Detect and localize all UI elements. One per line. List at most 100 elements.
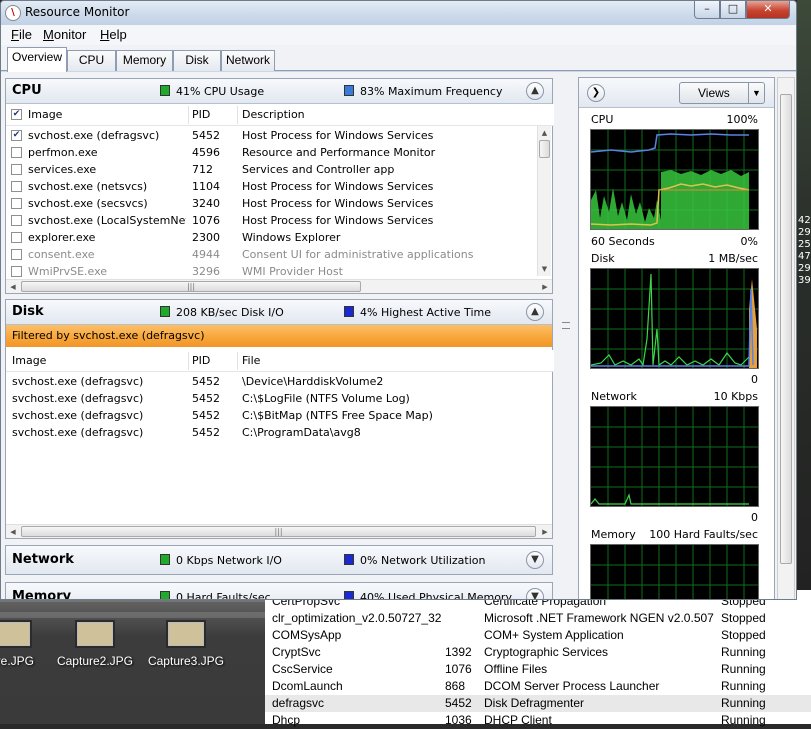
disk-list-hscrollbar[interactable]: ◀ ||| ▶: [6, 524, 552, 538]
graphs-vscrollbar[interactable]: [777, 77, 795, 599]
column-file[interactable]: File: [242, 354, 260, 367]
process-checkbox[interactable]: ✔: [11, 130, 22, 141]
disk-file-row[interactable]: svchost.exe (defragsvc) 5452 C:\ProgramDat…: [6, 424, 538, 441]
minimize-button[interactable]: –: [694, 1, 720, 19]
menu-help[interactable]: Help: [100, 27, 127, 42]
scroll-right-arrow[interactable]: ▶: [538, 525, 552, 539]
scroll-up-arrow[interactable]: ▲: [538, 126, 551, 140]
scroll-thumb[interactable]: |||: [21, 526, 536, 537]
column-pid[interactable]: PID: [192, 108, 210, 121]
desktop-icon-capture2[interactable]: Capture2.JPG: [55, 620, 135, 668]
process-checkbox[interactable]: [11, 249, 22, 260]
service-row[interactable]: Dhcp 1036 DHCP Client Running: [265, 712, 811, 729]
file-path: C:\ProgramData\avg8: [242, 426, 361, 439]
service-description: COM+ System Application: [484, 628, 624, 642]
file-process-pid: 5452: [192, 375, 220, 388]
disk-graph: [590, 268, 759, 369]
desktop-icon-capture3[interactable]: Capture3.JPG: [146, 620, 226, 668]
tab-network[interactable]: Network: [221, 50, 275, 71]
desktop-icon-capture1[interactable]: ure.JPG: [0, 620, 52, 668]
scroll-down-arrow[interactable]: ▼: [538, 262, 551, 276]
tab-overview[interactable]: Overview: [7, 47, 67, 72]
process-checkbox[interactable]: [11, 232, 22, 243]
memory-faults-swatch: [160, 591, 170, 599]
process-checkbox[interactable]: [11, 147, 22, 158]
disk-file-row[interactable]: svchost.exe (defragsvc) 5452 C:\$LogFile (…: [6, 390, 538, 407]
file-path: C:\$BitMap (NTFS Free Space Map): [242, 409, 433, 422]
column-pid[interactable]: PID: [192, 354, 210, 367]
scroll-left-arrow[interactable]: ◀: [6, 280, 20, 294]
disk-collapse-button[interactable]: ▲: [526, 303, 544, 321]
cpu-list-vscrollbar[interactable]: ▲ ▼: [537, 126, 551, 276]
process-image: svchost.exe (LocalSystemNet...: [28, 214, 186, 227]
memory-panel-header[interactable]: Memory 0 Hard Faults/sec 40% Used Physic…: [6, 583, 552, 600]
menu-monitor[interactable]: Monitor: [43, 27, 86, 42]
disk-file-row[interactable]: svchost.exe (defragsvc) 5452 \Device\Hardd…: [6, 373, 538, 390]
dropdown-arrow-icon[interactable]: ▼: [748, 83, 764, 103]
tab-disk[interactable]: Disk: [173, 50, 221, 71]
cpu-collapse-button[interactable]: ▲: [526, 82, 544, 100]
process-checkbox[interactable]: [11, 215, 22, 226]
menu-help-label: elp: [109, 27, 127, 42]
cpu-process-row[interactable]: services.exe 712 Services and Controller a…: [6, 161, 538, 178]
memory-faults-text: 0 Hard Faults/sec: [176, 591, 271, 600]
process-checkbox[interactable]: [11, 266, 22, 277]
pane-splitter[interactable]: [557, 72, 575, 599]
cpu-process-row[interactable]: ✔ svchost.exe (defragsvc) 5452 Host Process…: [6, 127, 538, 144]
title-bar[interactable]: \ Resource Monitor – □ ✕: [1, 1, 796, 25]
scroll-right-arrow[interactable]: ▶: [538, 280, 552, 294]
cpu-table-header: ✔ Image PID Description: [6, 104, 554, 126]
disk-file-row[interactable]: svchost.exe (defragsvc) 5452 C:\$BitMap (N…: [6, 407, 538, 424]
cpu-panel-title: CPU: [12, 83, 42, 98]
service-row[interactable]: clr_optimization_v2.0.50727_32 Microsoft …: [265, 610, 811, 627]
menu-file[interactable]: File: [11, 27, 32, 42]
views-button[interactable]: Views ▼: [679, 82, 765, 104]
column-separator[interactable]: [237, 106, 238, 124]
service-row[interactable]: DcomLaunch 868 DCOM Server Process Launche…: [265, 678, 811, 695]
select-all-checkbox[interactable]: ✔: [11, 109, 22, 120]
column-separator[interactable]: [188, 352, 189, 370]
cpu-list-hscrollbar[interactable]: ◀ ||| ▶: [6, 279, 552, 293]
cpu-process-row[interactable]: svchost.exe (secsvcs) 3240 Host Process fo…: [6, 195, 538, 212]
memory-expand-button[interactable]: ▼: [526, 588, 544, 599]
service-row[interactable]: COMSysApp COM+ System Application Stopped: [265, 627, 811, 644]
process-image: consent.exe: [28, 248, 95, 261]
maximize-button[interactable]: □: [720, 1, 746, 19]
column-separator[interactable]: [237, 352, 238, 370]
network-panel-header[interactable]: Network 0 Kbps Network I/O 0% Network Ut…: [6, 546, 552, 574]
chevron-right-icon[interactable]: ❯: [587, 84, 605, 102]
tab-memory[interactable]: Memory: [116, 50, 173, 71]
service-row[interactable]: CscService 1076 Offline Files Running: [265, 661, 811, 678]
cpu-process-row[interactable]: WmiPrvSE.exe 3296 WMI Provider Host: [6, 263, 538, 280]
network-expand-button[interactable]: ▼: [526, 551, 544, 569]
memory-graph-max: 100 Hard Faults/sec: [649, 528, 758, 541]
column-image[interactable]: Image: [12, 354, 46, 367]
column-separator[interactable]: [188, 106, 189, 124]
desktop-stripe: [0, 612, 265, 618]
disk-filter-bar[interactable]: Filtered by svchost.exe (defragsvc): [6, 325, 552, 347]
column-image[interactable]: Image: [28, 108, 62, 121]
cpu-process-row[interactable]: svchost.exe (netsvcs) 1104 Host Process fo…: [6, 178, 538, 195]
service-row[interactable]: defragsvc 5452 Disk Defragmenter Running: [265, 695, 811, 712]
disk-graph-label: Disk: [591, 252, 615, 265]
scroll-left-arrow[interactable]: ◀: [6, 525, 20, 539]
tab-cpu[interactable]: CPU: [67, 50, 116, 71]
close-button[interactable]: ✕: [746, 1, 790, 19]
scroll-thumb[interactable]: |||: [21, 281, 361, 292]
service-row[interactable]: CryptSvc 1392 Cryptographic Services Runnin…: [265, 644, 811, 661]
service-name: Dhcp: [272, 713, 301, 727]
cpu-process-row[interactable]: perfmon.exe 4596 Resource and Performance …: [6, 144, 538, 161]
cpu-panel-header[interactable]: CPU 41% CPU Usage 83% Maximum Frequency …: [6, 79, 552, 104]
scroll-thumb[interactable]: [539, 140, 550, 158]
cpu-process-row[interactable]: svchost.exe (LocalSystemNet... 1076 Host P…: [6, 212, 538, 229]
disk-panel-header[interactable]: Disk 208 KB/sec Disk I/O 4% Highest Acti…: [6, 300, 552, 325]
desktop-icon-label: Capture3.JPG: [147, 654, 225, 668]
cpu-process-row[interactable]: consent.exe 4944 Consent UI for administra…: [6, 246, 538, 263]
process-checkbox[interactable]: [11, 164, 22, 175]
overview-content: CPU 41% CPU Usage 83% Maximum Frequency …: [1, 72, 796, 600]
process-checkbox[interactable]: [11, 198, 22, 209]
process-checkbox[interactable]: [11, 181, 22, 192]
cpu-process-row[interactable]: explorer.exe 2300 Windows Explorer: [6, 229, 538, 246]
column-description[interactable]: Description: [242, 108, 305, 121]
scroll-thumb[interactable]: [780, 94, 792, 564]
